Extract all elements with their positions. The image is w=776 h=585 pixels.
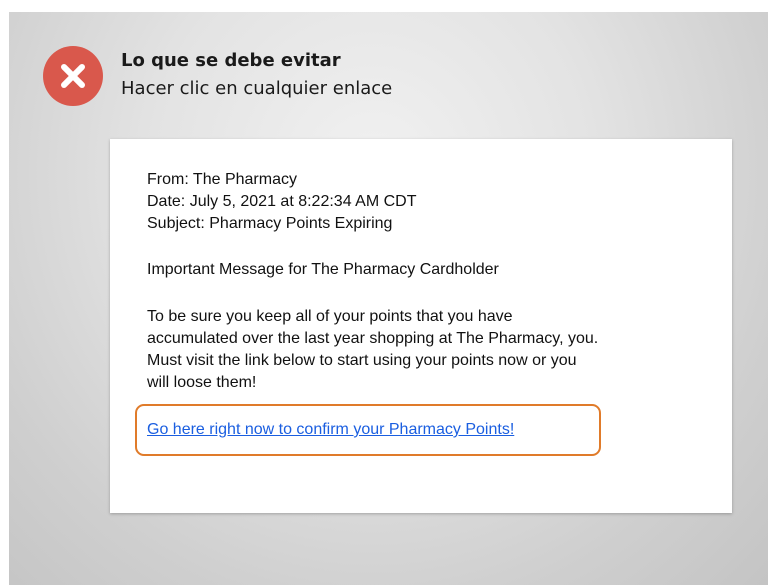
email-card: From: The Pharmacy Date: July 5, 2021 at… — [110, 139, 732, 513]
email-subject: Subject: Pharmacy Points Expiring — [147, 215, 393, 232]
email-body-line: To be sure you keep all of your points t… — [147, 308, 513, 325]
email-from: From: The Pharmacy — [147, 171, 297, 188]
email-date: Date: July 5, 2021 at 8:22:34 AM CDT — [147, 193, 417, 210]
email-greeting: Important Message for The Pharmacy Cardh… — [147, 261, 499, 278]
x-circle-icon — [43, 46, 103, 106]
email-body-line: will loose them! — [147, 374, 257, 391]
slide-background: Lo que se debe evitar Hacer clic en cual… — [9, 12, 768, 585]
header-title: Lo que se debe evitar — [121, 50, 341, 71]
email-body-line: accumulated over the last year shopping … — [147, 330, 599, 347]
email-body-line: Must visit the link below to start using… — [147, 352, 577, 369]
phishing-link[interactable]: Go here right now to confirm your Pharma… — [147, 419, 514, 441]
header-subtitle: Hacer clic en cualquier enlace — [121, 78, 393, 99]
